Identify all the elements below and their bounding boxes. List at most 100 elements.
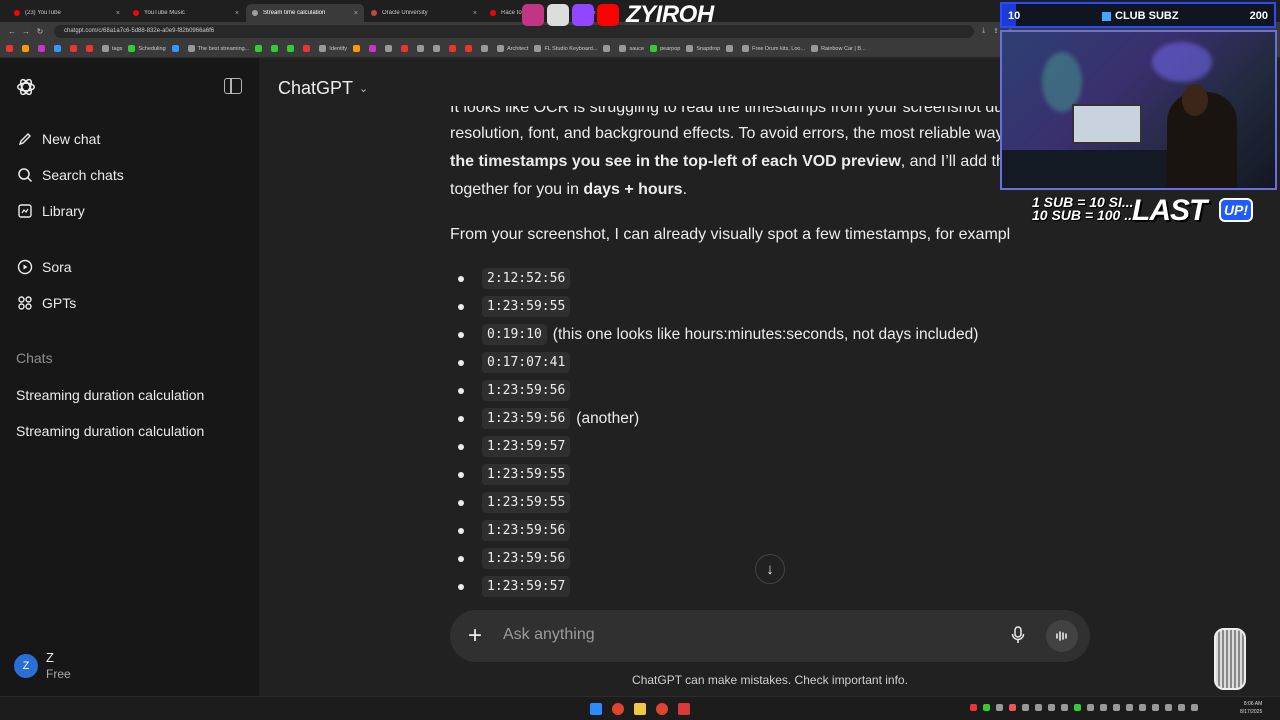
file-explorer-icon[interactable]	[634, 703, 646, 715]
back-icon[interactable]: ←	[6, 27, 18, 36]
scroll-to-bottom-button[interactable]: ↓	[755, 554, 785, 584]
tray-icon[interactable]	[1191, 704, 1198, 711]
close-icon[interactable]: ×	[354, 10, 358, 17]
chats-section-heading: Chats	[16, 350, 53, 366]
bookmark-item[interactable]: sauce	[619, 45, 644, 52]
sidebar-item-library[interactable]: Library	[8, 195, 251, 227]
bookmark-item[interactable]	[353, 45, 363, 52]
bookmark-item[interactable]	[369, 45, 379, 52]
close-icon[interactable]: ×	[473, 10, 477, 17]
search-icon	[16, 166, 34, 184]
voice-mode-button[interactable]	[1046, 620, 1078, 652]
tray-icon[interactable]	[1178, 704, 1185, 711]
taskbar-clock[interactable]: 8:06 AM 8/17/2025	[1240, 700, 1262, 716]
sidebar-item-gpts[interactable]: GPTs	[8, 287, 251, 319]
bookmark-item[interactable]: Free Drum kits, Loo...	[742, 45, 805, 52]
bookmark-item[interactable]	[86, 45, 96, 52]
tray-icon[interactable]	[1061, 704, 1068, 711]
bookmark-item[interactable]	[481, 45, 491, 52]
browser-tab[interactable]: Stream time calculation ×	[246, 4, 364, 22]
bookmark-item[interactable]	[70, 45, 80, 52]
prompt-input[interactable]: Ask anything	[503, 626, 595, 644]
tray-icon[interactable]	[1035, 704, 1042, 711]
chat-history-item[interactable]: Streaming duration calculation	[8, 379, 251, 411]
bookmark-item[interactable]	[54, 45, 64, 52]
bookmark-item[interactable]	[303, 45, 313, 52]
browser-tab[interactable]: YouTube Music ×	[127, 4, 245, 22]
bookmark-item[interactable]: pearpop	[650, 45, 680, 52]
bookmark-item[interactable]: Scheduling	[128, 45, 166, 52]
plus-icon[interactable]: +	[468, 622, 482, 650]
clock-date: 8/17/2025	[1240, 709, 1263, 715]
model-selector[interactable]: ChatGPT ⌄	[278, 78, 368, 99]
tray-icon[interactable]	[1100, 704, 1107, 711]
chat-history-item[interactable]: Streaming duration calculation	[8, 415, 251, 447]
bookmark-favicon-icon	[433, 45, 441, 52]
tray-icon[interactable]	[983, 704, 990, 711]
chrome-icon[interactable]	[612, 703, 624, 715]
bookmark-item[interactable]	[22, 45, 32, 52]
bookmark-item[interactable]	[255, 45, 265, 52]
openai-logo-icon[interactable]	[15, 76, 37, 98]
browser-tab[interactable]: Oracle University ×	[365, 4, 483, 22]
sidebar-item-search-chats[interactable]: Search chats	[8, 159, 251, 191]
bookmark-item[interactable]	[287, 45, 297, 52]
sub-goal-label: CLUB SUBZ	[1102, 10, 1179, 22]
tray-icon[interactable]	[970, 704, 977, 711]
share-icon[interactable]: ⇪	[993, 27, 999, 35]
tray-icon[interactable]	[1152, 704, 1159, 711]
tray-icon[interactable]	[1126, 704, 1133, 711]
microphone-icon[interactable]	[1010, 625, 1026, 650]
bookmark-item[interactable]: tags	[102, 45, 122, 52]
bookmark-item[interactable]	[449, 45, 459, 52]
bookmark-item[interactable]	[465, 45, 475, 52]
timestamp-code: 0:19:10	[482, 324, 547, 345]
bookmark-item[interactable]: Rainbow Car | B...	[811, 45, 866, 52]
bookmark-item[interactable]	[6, 45, 16, 52]
bookmark-item[interactable]	[603, 45, 613, 52]
message-text: , and I’ll add them	[900, 153, 1010, 170]
bookmark-item[interactable]	[726, 45, 736, 52]
sidebar-toggle-icon[interactable]	[224, 78, 242, 94]
app-icon[interactable]	[678, 703, 690, 715]
sidebar-item-sora[interactable]: Sora	[8, 251, 251, 283]
sidebar-item-new-chat[interactable]: New chat	[8, 123, 251, 155]
bookmark-favicon-icon	[449, 45, 457, 52]
bookmark-favicon-icon	[171, 45, 179, 52]
browser-tab[interactable]: (23) YouTube ×	[8, 4, 126, 22]
bookmark-item[interactable]: FL Studio Keyboard...	[534, 45, 597, 52]
tray-icon[interactable]	[1022, 704, 1029, 711]
tray-icon[interactable]	[1009, 704, 1016, 711]
windows-start-icon[interactable]	[590, 703, 602, 715]
close-icon[interactable]: ×	[235, 10, 239, 17]
bookmark-item[interactable]	[417, 45, 427, 52]
tray-icon[interactable]	[1048, 704, 1055, 711]
bookmark-item[interactable]	[433, 45, 443, 52]
url-field[interactable]: chatgpt.com/c/68a1a7c6-5d88-832e-a0e9-f8…	[54, 24, 974, 38]
bookmark-item[interactable]	[38, 45, 48, 52]
user-profile[interactable]: Z Z Free	[14, 650, 71, 681]
bookmark-item[interactable]: Snapdrop	[686, 45, 720, 52]
tray-icon[interactable]	[1113, 704, 1120, 711]
browser-icon[interactable]	[656, 703, 668, 715]
bookmark-item[interactable]: Architect	[497, 45, 528, 52]
forward-icon[interactable]: →	[20, 27, 32, 36]
tray-icon[interactable]	[996, 704, 1003, 711]
tray-icon[interactable]	[1165, 704, 1172, 711]
bookmark-item[interactable]	[171, 45, 182, 52]
tray-icon[interactable]	[1074, 704, 1081, 711]
bookmark-label: The best streaming...	[197, 45, 250, 52]
bookmark-item[interactable]: Identify	[319, 45, 347, 52]
list-item: 1:23:59:57	[458, 436, 576, 457]
close-icon[interactable]: ×	[116, 10, 120, 17]
bookmark-item[interactable]	[385, 45, 395, 52]
bookmark-item[interactable]: The best streaming...	[187, 45, 250, 52]
bookmark-item[interactable]	[271, 45, 281, 52]
bookmark-item[interactable]	[401, 45, 411, 52]
tray-icon[interactable]	[1139, 704, 1146, 711]
reload-icon[interactable]: ↻	[34, 27, 46, 36]
download-icon[interactable]: ⤓	[982, 27, 985, 35]
bullet-icon	[458, 443, 464, 450]
tray-icon[interactable]	[1087, 704, 1094, 711]
timestamp-code: 1:23:59:56	[482, 408, 571, 429]
